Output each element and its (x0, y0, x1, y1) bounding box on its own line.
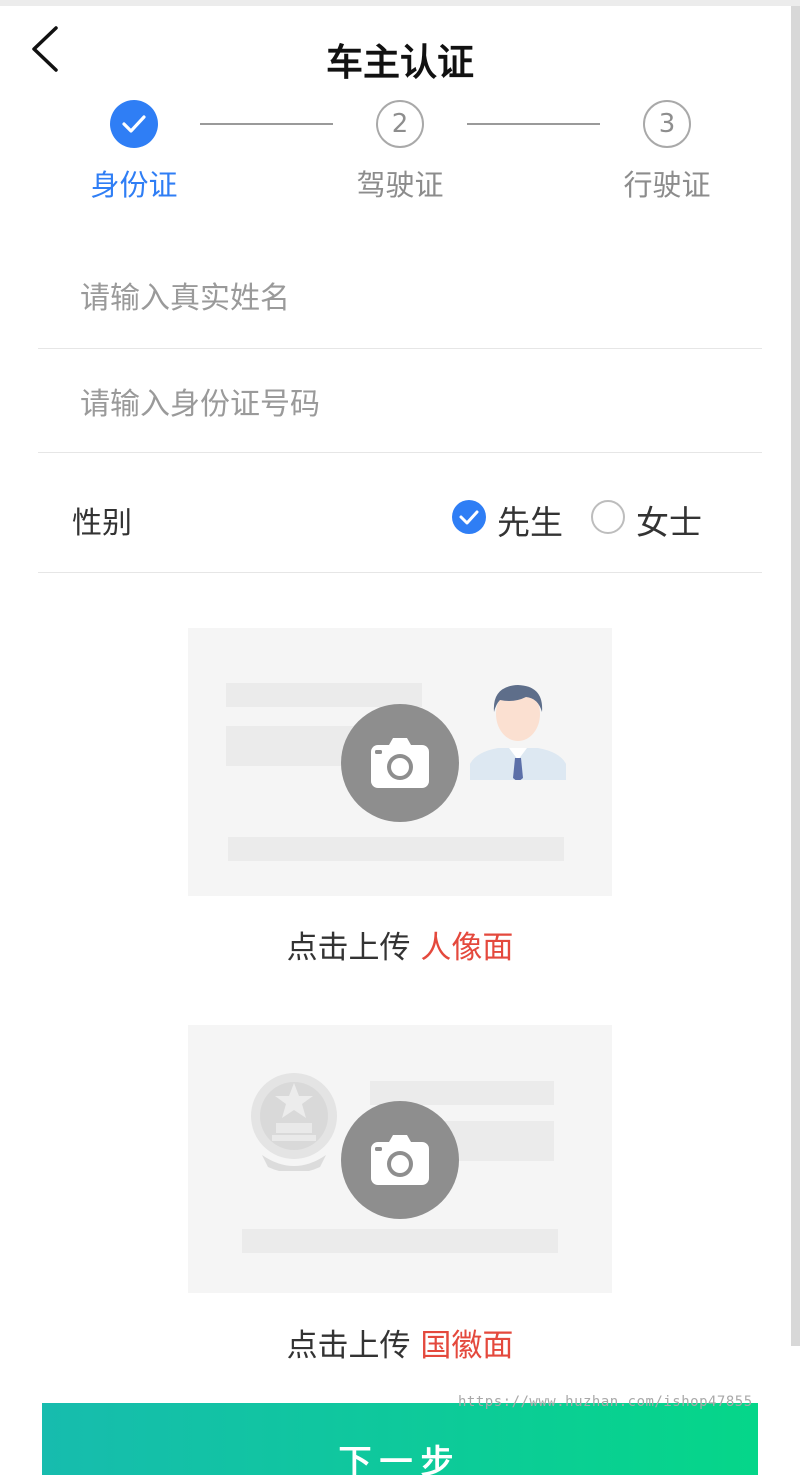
camera-button[interactable] (341, 1101, 459, 1219)
step-2-label: 驾驶证 (356, 168, 444, 202)
scrollbar[interactable] (791, 6, 800, 1346)
step-1-label: 身份证 (90, 168, 178, 202)
status-bar (0, 0, 800, 6)
step-3-number: 3 (643, 100, 691, 148)
national-emblem-icon (251, 1073, 337, 1171)
camera-icon (371, 1135, 429, 1185)
watermark-text: https://www.huzhan.com/ishop47855 (458, 1394, 753, 1410)
upload-emblem-caption[interactable]: 点击上传 国徽面 (0, 1320, 800, 1365)
upload-caption-highlight: 人像面 (420, 930, 514, 966)
id-number-input[interactable] (80, 374, 720, 434)
upload-portrait-card[interactable] (188, 628, 612, 896)
divider (38, 348, 762, 349)
placeholder-bar (228, 837, 564, 861)
gender-female-label[interactable]: 女士 (636, 496, 702, 544)
next-step-button[interactable]: 下一步 (42, 1403, 758, 1475)
page-title: 车主认证 (326, 41, 474, 84)
real-name-input[interactable] (80, 268, 720, 328)
upload-caption-prefix: 点击上传 (286, 930, 421, 966)
placeholder-bar (242, 1229, 558, 1253)
step-2-number: 2 (376, 100, 424, 148)
camera-button[interactable] (341, 704, 459, 822)
upload-caption-highlight: 国徽面 (420, 1328, 514, 1364)
gender-label: 性别 (72, 506, 132, 541)
divider (38, 572, 762, 573)
step-3-label: 行驶证 (623, 168, 711, 202)
upload-caption-prefix: 点击上传 (286, 1328, 421, 1364)
upload-emblem-card[interactable] (188, 1025, 612, 1293)
portrait-avatar-icon (470, 685, 566, 780)
auth-page: 车主认证 2 3 身份证 驾驶证 行驶证 性别 先生 女士 (0, 0, 800, 1475)
step-1-check-icon (110, 100, 158, 148)
step-connector (467, 123, 600, 125)
gender-female-radio[interactable] (591, 500, 625, 534)
step-connector (200, 123, 333, 125)
upload-portrait-caption[interactable]: 点击上传 人像面 (0, 922, 800, 967)
camera-icon (371, 738, 429, 788)
divider (38, 452, 762, 453)
gender-male-label[interactable]: 先生 (497, 496, 563, 544)
gender-male-radio[interactable] (452, 500, 486, 534)
check-icon (459, 510, 479, 525)
